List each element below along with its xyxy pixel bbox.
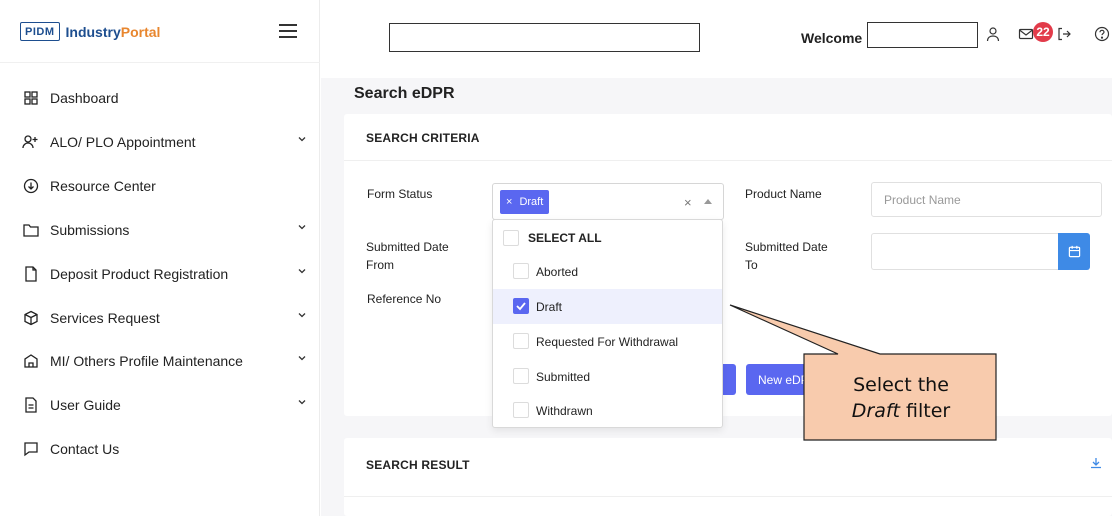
- callout-italic-text: Draft: [851, 400, 900, 422]
- section-title: SEARCH RESULT: [366, 458, 470, 472]
- sidebar-item-deposit-product-registration[interactable]: Deposit Product Registration: [22, 263, 307, 285]
- submitted-date-to-label-line2: To: [745, 258, 758, 272]
- section-title: SEARCH CRITERIA: [366, 131, 480, 145]
- sidebar-item-label: Contact Us: [50, 441, 120, 457]
- folder-icon: [22, 221, 40, 239]
- page-title: Search eDPR: [354, 85, 455, 102]
- option-label: SELECT ALL: [528, 230, 602, 245]
- option-label: Submitted: [536, 369, 591, 384]
- callout-text: Select the Draft filter: [806, 356, 996, 440]
- submitted-date-to-input[interactable]: [871, 233, 1059, 270]
- notification-badge: 22: [1033, 22, 1053, 42]
- submitted-date-to-label: Submitted Date: [745, 240, 828, 254]
- sidebar-item-label: User Guide: [50, 397, 121, 413]
- option-label: Requested For Withdrawal: [536, 334, 679, 349]
- sidebar-item-services-request[interactable]: Services Request: [22, 307, 307, 329]
- top-bar: Welcome 22: [321, 0, 1112, 78]
- sidebar-item-mi-others-profile-maintenance[interactable]: MI/ Others Profile Maintenance: [22, 350, 307, 372]
- hamburger-menu-icon[interactable]: [279, 24, 297, 38]
- logo-text: IndustryPortal: [66, 24, 161, 40]
- chevron-down-icon[interactable]: [297, 310, 307, 320]
- sidebar: PIDM IndustryPortal Dashboard ALO/ PLO A…: [0, 0, 320, 516]
- form-status-multiselect[interactable]: × Draft ×: [492, 183, 724, 220]
- cloud-download-icon: [22, 177, 40, 195]
- dropdown-option-requested-for-withdrawal[interactable]: Requested For Withdrawal: [493, 324, 722, 359]
- logo-industry-text: Industry: [65, 23, 121, 40]
- grid-icon: [22, 89, 40, 107]
- chip-label: Draft: [519, 196, 544, 208]
- calendar-button[interactable]: [1058, 233, 1090, 270]
- option-checkbox[interactable]: [513, 368, 529, 384]
- sidebar-item-contact-us[interactable]: Contact Us: [22, 438, 307, 460]
- chip-remove-icon[interactable]: ×: [506, 196, 512, 208]
- product-name-input[interactable]: [871, 182, 1102, 217]
- sidebar-item-dashboard[interactable]: Dashboard: [22, 87, 307, 109]
- submitted-date-from-label: Submitted Date: [366, 240, 449, 254]
- search-result-card: SEARCH RESULT: [344, 438, 1112, 516]
- form-status-dropdown: SELECT ALL Aborted Draft Requested For W…: [492, 219, 723, 428]
- dropdown-option-draft[interactable]: Draft: [493, 289, 722, 324]
- callout-rest-text: filter: [899, 400, 951, 422]
- product-name-label: Product Name: [745, 187, 822, 201]
- sidebar-item-alo-plo-appointment[interactable]: ALO/ PLO Appointment: [22, 131, 307, 153]
- callout-line-2: Draft filter: [852, 398, 950, 424]
- logo-mark: PIDM: [20, 22, 60, 41]
- card-header: SEARCH CRITERIA: [344, 114, 1112, 161]
- option-label: Aborted: [536, 264, 579, 279]
- building-icon: [22, 352, 40, 370]
- sidebar-item-label: Submissions: [50, 222, 130, 238]
- welcome-label: Welcome: [801, 30, 863, 46]
- option-checkbox[interactable]: [513, 263, 529, 279]
- sidebar-divider: [0, 62, 320, 63]
- logout-icon[interactable]: [1056, 26, 1072, 42]
- option-label: Draft: [536, 299, 563, 314]
- clear-icon[interactable]: ×: [684, 195, 692, 210]
- select-all-checkbox[interactable]: [503, 230, 519, 246]
- caret-up-icon[interactable]: [704, 199, 712, 204]
- select-all-option[interactable]: SELECT ALL: [493, 220, 722, 255]
- chat-icon: [22, 440, 40, 458]
- download-icon[interactable]: [1090, 457, 1102, 469]
- user-plus-icon: [22, 133, 40, 151]
- chevron-down-icon[interactable]: [297, 222, 307, 232]
- sidebar-item-label: Dashboard: [50, 90, 119, 106]
- chevron-down-icon[interactable]: [297, 397, 307, 407]
- logo-portal-text: Portal: [120, 23, 161, 40]
- submitted-date-from-label-line2: From: [366, 258, 394, 272]
- dropdown-option-aborted[interactable]: Aborted: [493, 254, 722, 289]
- chevron-down-icon[interactable]: [297, 353, 307, 363]
- search-input[interactable]: [389, 23, 700, 52]
- sidebar-item-label: Resource Center: [50, 178, 156, 194]
- file-text-icon: [22, 396, 40, 414]
- help-icon[interactable]: [1094, 26, 1110, 42]
- dropdown-option-withdrawn[interactable]: Withdrawn: [493, 393, 722, 428]
- option-checkbox[interactable]: [513, 333, 529, 349]
- username-field[interactable]: [867, 22, 978, 48]
- sidebar-item-submissions[interactable]: Submissions: [22, 219, 307, 241]
- document-icon: [22, 265, 40, 283]
- sidebar-item-label: Deposit Product Registration: [50, 266, 229, 282]
- sidebar-item-label: Services Request: [50, 310, 160, 326]
- calendar-icon: [1068, 245, 1080, 258]
- mail-icon[interactable]: [1018, 26, 1034, 42]
- callout-line-1: Select the: [853, 374, 949, 396]
- checkmark-icon: [516, 302, 526, 311]
- reference-no-label: Reference No: [367, 292, 442, 306]
- box-icon: [22, 309, 40, 327]
- app-logo[interactable]: PIDM IndustryPortal: [20, 22, 160, 41]
- option-label: Withdrawn: [536, 403, 593, 418]
- option-checkbox-checked[interactable]: [513, 298, 529, 314]
- option-checkbox[interactable]: [513, 402, 529, 418]
- sidebar-item-label: ALO/ PLO Appointment: [50, 134, 196, 150]
- form-status-label: Form Status: [367, 187, 433, 201]
- sidebar-item-user-guide[interactable]: User Guide: [22, 394, 307, 416]
- dropdown-option-submitted[interactable]: Submitted: [493, 359, 722, 394]
- chevron-down-icon[interactable]: [297, 134, 307, 144]
- chevron-down-icon[interactable]: [297, 266, 307, 276]
- user-icon[interactable]: [985, 26, 1001, 42]
- divider: [344, 496, 1112, 497]
- sidebar-item-resource-center[interactable]: Resource Center: [22, 175, 307, 197]
- selected-filter-chip[interactable]: × Draft: [500, 190, 550, 214]
- sidebar-item-label: MI/ Others Profile Maintenance: [50, 353, 243, 369]
